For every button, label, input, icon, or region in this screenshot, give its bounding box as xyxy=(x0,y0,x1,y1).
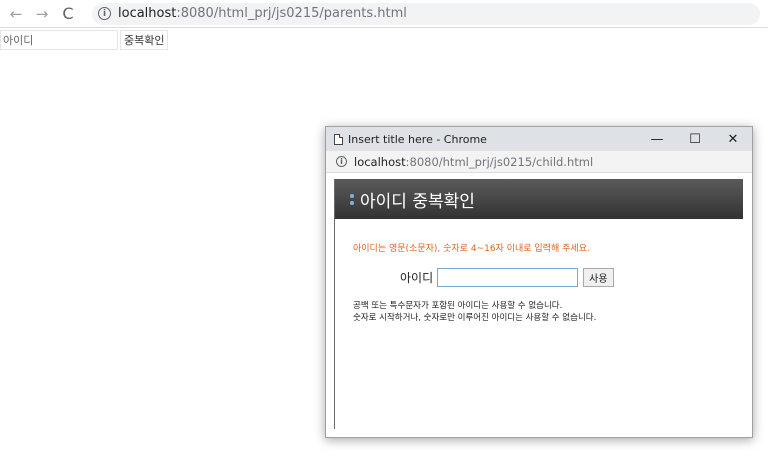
popup-info-icon[interactable]: i xyxy=(336,156,347,167)
child-popup-window: Insert title here - Chrome — ☐ ✕ i local… xyxy=(325,126,753,438)
url-path: :8080/html_prj/js0215/parents.html xyxy=(176,6,407,21)
back-arrow-icon[interactable]: ← xyxy=(6,4,26,24)
close-icon[interactable]: ✕ xyxy=(714,127,752,151)
maximize-icon[interactable]: ☐ xyxy=(676,127,714,151)
document-icon xyxy=(334,133,343,145)
popup-url-path: :8080/html_prj/js0215/child.html xyxy=(405,154,594,169)
use-button[interactable]: 사용 xyxy=(583,268,614,287)
forward-arrow-icon[interactable]: → xyxy=(32,4,52,24)
id-input[interactable] xyxy=(437,268,579,287)
popup-title: Insert title here - Chrome xyxy=(348,132,487,146)
rule-line-2: 숫자로 시작하거나, 숫자로만 이루어진 아이디는 사용할 수 없습니다. xyxy=(353,313,597,323)
id-rules: 공백 또는 특수문자가 포함된 아이디는 사용할 수 없습니다. 숫자로 시작하… xyxy=(353,300,596,324)
id-form-row: 아이디 사용 xyxy=(400,268,614,287)
popup-titlebar[interactable]: Insert title here - Chrome — ☐ ✕ xyxy=(326,127,752,151)
reload-icon[interactable]: C xyxy=(58,4,78,24)
popup-heading: 아이디 중복확인 xyxy=(360,191,475,212)
bullet-dots-icon xyxy=(350,193,354,205)
minimize-icon[interactable]: — xyxy=(638,127,676,151)
popup-content: 아이디 중복확인 아이디는 영문(소문자), 숫자로 4~16자 이내로 입력해… xyxy=(334,179,743,429)
popup-address-bar: i localhost :8080/html_prj/js0215/child.… xyxy=(326,151,752,173)
address-bar[interactable]: i localhost :8080/html_prj/js0215/parent… xyxy=(92,2,760,25)
url-host: localhost xyxy=(118,6,177,21)
duplicate-check-button[interactable]: 중복확인 xyxy=(120,30,169,50)
parent-id-input[interactable] xyxy=(0,30,118,50)
popup-header: 아이디 중복확인 xyxy=(335,179,743,219)
info-icon[interactable]: i xyxy=(98,7,111,20)
id-label: 아이디 xyxy=(400,271,434,285)
id-format-notice: 아이디는 영문(소문자), 숫자로 4~16자 이내로 입력해 주세요. xyxy=(353,244,590,254)
browser-toolbar: ← → C i localhost :8080/html_prj/js0215/… xyxy=(0,0,768,28)
rule-line-1: 공백 또는 특수문자가 포함된 아이디는 사용할 수 없습니다. xyxy=(353,301,563,311)
popup-url-host: localhost xyxy=(354,154,406,169)
